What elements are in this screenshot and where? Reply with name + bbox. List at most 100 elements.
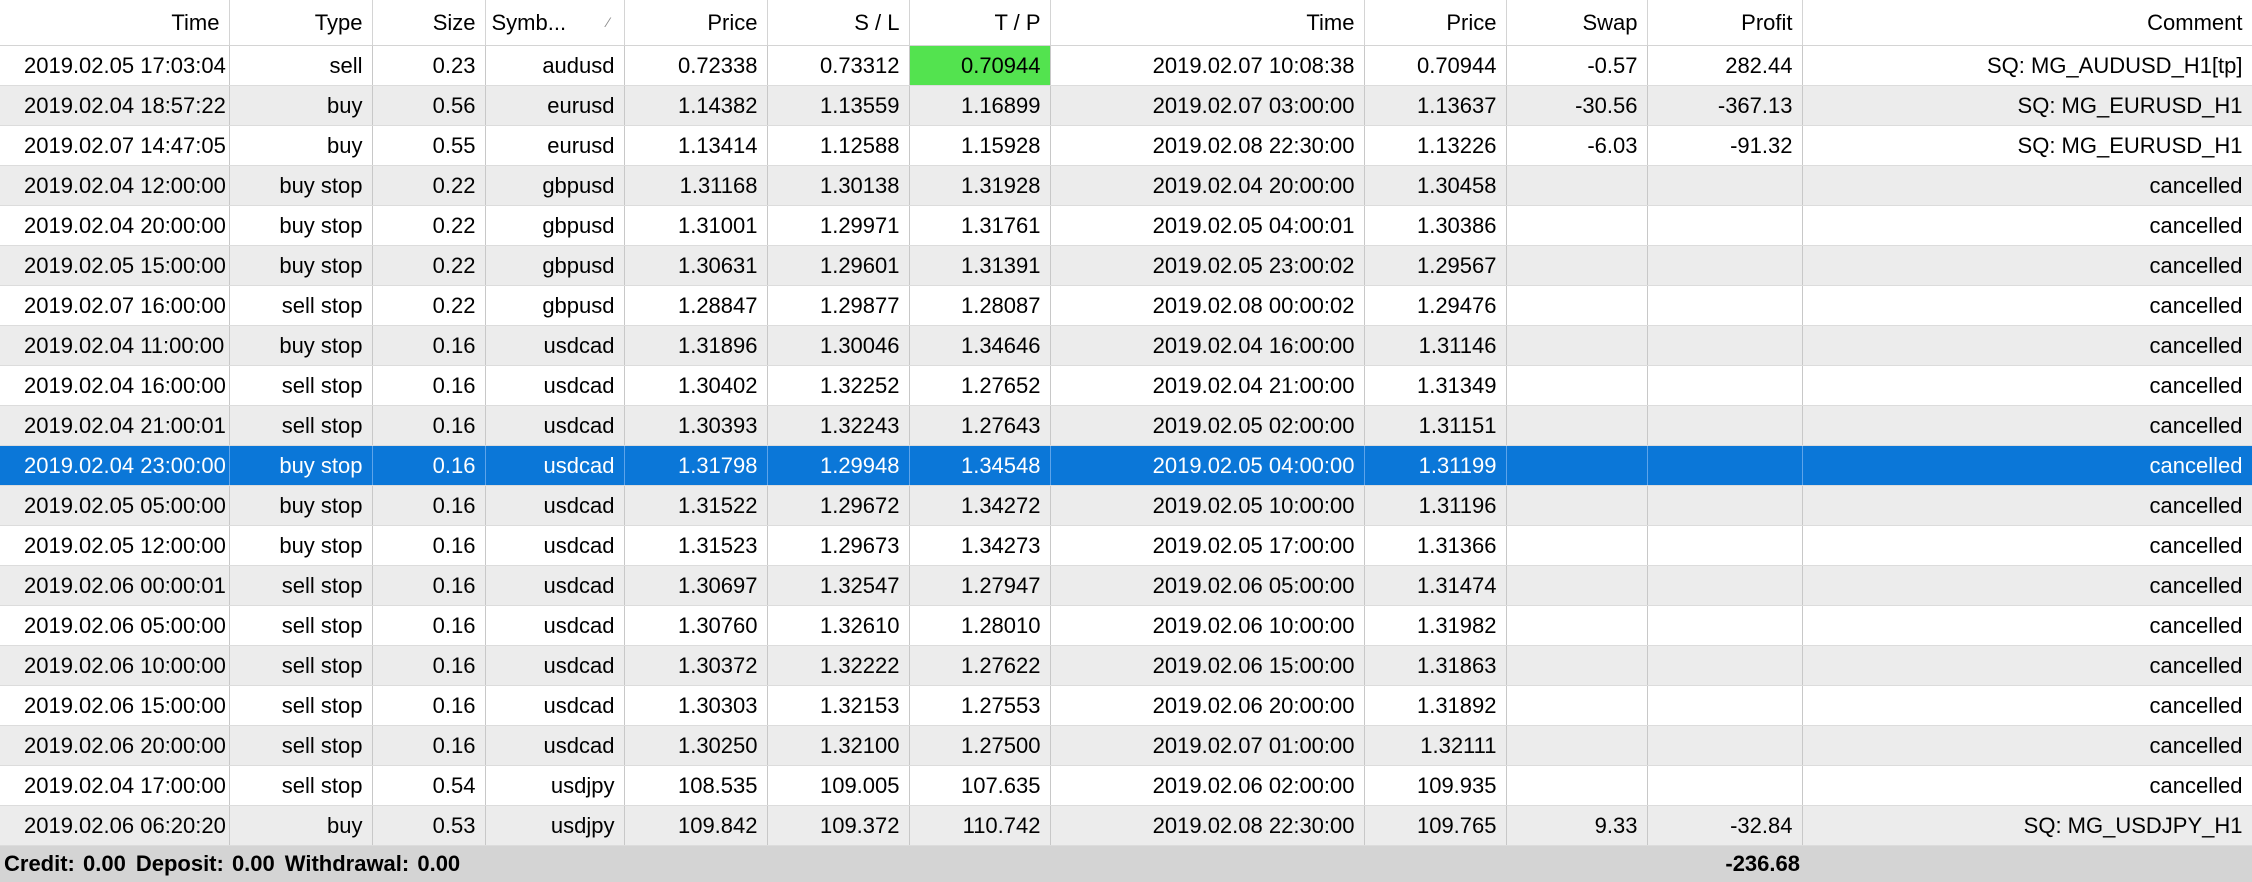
- table-row[interactable]: 2019.02.06 05:00:00 sell stop 0.16 usdcad 1.…: [0, 605, 2252, 646]
- cell-comment: cancelled: [1802, 405, 2252, 446]
- cell-close-time: 2019.02.05 04:00:00: [1050, 445, 1365, 486]
- column-header-profit[interactable]: Profit: [1647, 0, 1803, 46]
- column-header-size[interactable]: Size: [372, 0, 486, 46]
- column-header-type[interactable]: Type: [229, 0, 373, 46]
- table-row[interactable]: 2019.02.04 16:00:00 sell stop 0.16 usdcad 1.…: [0, 365, 2252, 406]
- cell-close-price: 1.31863: [1364, 645, 1507, 686]
- column-header-swap[interactable]: Swap: [1506, 0, 1648, 46]
- cell-swap: [1506, 165, 1648, 206]
- cell-close-price: 1.31349: [1364, 365, 1507, 406]
- cell-type: buy: [229, 805, 373, 846]
- cell-close-price: 1.31199: [1364, 445, 1507, 486]
- cell-take-profit: 1.31928: [909, 165, 1051, 206]
- cell-stop-loss: 1.12588: [767, 125, 910, 166]
- table-row[interactable]: 2019.02.06 00:00:01 sell stop 0.16 usdcad 1.…: [0, 565, 2252, 606]
- cell-stop-loss: 1.32100: [767, 725, 910, 766]
- history-table: Time Type Size Symb... ⁄ Price S / L T /…: [0, 0, 2252, 846]
- cell-open-price: 1.28847: [624, 285, 768, 326]
- table-row[interactable]: 2019.02.05 12:00:00 buy stop 0.16 usdcad 1.3…: [0, 525, 2252, 566]
- cell-swap: [1506, 245, 1648, 286]
- table-row[interactable]: 2019.02.06 10:00:00 sell stop 0.16 usdcad 1.…: [0, 645, 2252, 686]
- cell-take-profit: 1.27500: [909, 725, 1051, 766]
- cell-close-price: 1.32111: [1364, 725, 1507, 766]
- table-header: Time Type Size Symb... ⁄ Price S / L T /…: [0, 0, 2252, 46]
- cell-symbol: usdcad: [485, 525, 625, 566]
- cell-open-price: 1.30393: [624, 405, 768, 446]
- cell-swap: [1506, 525, 1648, 566]
- cell-close-price: 1.31151: [1364, 405, 1507, 446]
- cell-swap: [1506, 205, 1648, 246]
- cell-stop-loss: 1.32610: [767, 605, 910, 646]
- table-row[interactable]: 2019.02.04 21:00:01 sell stop 0.16 usdcad 1.…: [0, 405, 2252, 446]
- table-row[interactable]: 2019.02.07 14:47:05 buy 0.55 eurusd 1.13414 1…: [0, 125, 2252, 166]
- cell-symbol: eurusd: [485, 125, 625, 166]
- cell-take-profit: 1.31391: [909, 245, 1051, 286]
- column-header-price[interactable]: Price: [624, 0, 768, 46]
- cell-open-price: 1.31001: [624, 205, 768, 246]
- cell-open-time: 2019.02.04 12:00:00: [0, 165, 230, 206]
- table-row[interactable]: 2019.02.06 15:00:00 sell stop 0.16 usdcad 1.…: [0, 685, 2252, 726]
- table-row[interactable]: 2019.02.07 16:00:00 sell stop 0.22 gbpusd 1.…: [0, 285, 2252, 326]
- cell-profit: [1647, 565, 1803, 606]
- cell-size: 0.16: [372, 445, 486, 486]
- cell-close-time: 2019.02.04 21:00:00: [1050, 365, 1365, 406]
- cell-size: 0.23: [372, 45, 486, 86]
- table-row[interactable]: 2019.02.04 18:57:22 buy 0.56 eurusd 1.14382 1…: [0, 85, 2252, 126]
- cell-open-time: 2019.02.04 18:57:22: [0, 85, 230, 126]
- cell-stop-loss: 1.32252: [767, 365, 910, 406]
- cell-symbol: usdcad: [485, 605, 625, 646]
- cell-comment: cancelled: [1802, 445, 2252, 486]
- cell-close-time: 2019.02.06 05:00:00: [1050, 565, 1365, 606]
- cell-close-time: 2019.02.07 03:00:00: [1050, 85, 1365, 126]
- cell-comment: cancelled: [1802, 525, 2252, 566]
- cell-type: buy stop: [229, 325, 373, 366]
- table-row[interactable]: 2019.02.06 06:20:20 buy 0.53 usdjpy 109.842 1…: [0, 805, 2252, 846]
- cell-open-price: 1.31896: [624, 325, 768, 366]
- table-row[interactable]: 2019.02.04 12:00:00 buy stop 0.22 gbpusd 1.3…: [0, 165, 2252, 206]
- cell-size: 0.56: [372, 85, 486, 126]
- table-row[interactable]: 2019.02.04 23:00:00 buy stop 0.16 usdcad 1.3…: [0, 445, 2252, 486]
- table-row[interactable]: 2019.02.04 11:00:00 buy stop 0.16 usdcad 1.3…: [0, 325, 2252, 366]
- column-header-take-profit[interactable]: T / P: [909, 0, 1051, 46]
- cell-profit: [1647, 685, 1803, 726]
- cell-open-time: 2019.02.06 15:00:00: [0, 685, 230, 726]
- cell-take-profit: 1.34646: [909, 325, 1051, 366]
- cell-comment: cancelled: [1802, 325, 2252, 366]
- table-row[interactable]: 2019.02.06 20:00:00 sell stop 0.16 usdcad 1.…: [0, 725, 2252, 766]
- cell-open-price: 1.30631: [624, 245, 768, 286]
- cell-comment: cancelled: [1802, 485, 2252, 526]
- column-header-symbol[interactable]: Symb... ⁄: [485, 0, 625, 46]
- cell-swap: [1506, 485, 1648, 526]
- cell-open-price: 1.31168: [624, 165, 768, 206]
- cell-comment: SQ: MG_EURUSD_H1: [1802, 85, 2252, 126]
- cell-take-profit: 0.70944: [909, 45, 1051, 86]
- cell-take-profit: 107.635: [909, 765, 1051, 806]
- cell-close-time: 2019.02.05 04:00:01: [1050, 205, 1365, 246]
- cell-type: buy stop: [229, 205, 373, 246]
- table-row[interactable]: 2019.02.04 17:00:00 sell stop 0.54 usdjpy 10…: [0, 765, 2252, 806]
- table-row[interactable]: 2019.02.05 15:00:00 buy stop 0.22 gbpusd 1.3…: [0, 245, 2252, 286]
- column-header-time[interactable]: Time: [0, 0, 230, 46]
- column-header-close-price[interactable]: Price: [1364, 0, 1507, 46]
- sort-indicator-icon: ⁄: [607, 14, 610, 30]
- cell-symbol: gbpusd: [485, 165, 625, 206]
- cell-comment: cancelled: [1802, 725, 2252, 766]
- cell-type: sell stop: [229, 605, 373, 646]
- column-header-close-time[interactable]: Time: [1050, 0, 1365, 46]
- column-header-comment[interactable]: Comment: [1802, 0, 2252, 46]
- cell-size: 0.22: [372, 205, 486, 246]
- table-row[interactable]: 2019.02.05 17:03:04 sell 0.23 audusd 0.72338…: [0, 45, 2252, 86]
- table-row[interactable]: 2019.02.05 05:00:00 buy stop 0.16 usdcad 1.3…: [0, 485, 2252, 526]
- cell-close-time: 2019.02.07 10:08:38: [1050, 45, 1365, 86]
- cell-close-time: 2019.02.05 23:00:02: [1050, 245, 1365, 286]
- table-row[interactable]: 2019.02.04 20:00:00 buy stop 0.22 gbpusd 1.3…: [0, 205, 2252, 246]
- cell-profit: [1647, 245, 1803, 286]
- cell-comment: cancelled: [1802, 165, 2252, 206]
- cell-take-profit: 1.27553: [909, 685, 1051, 726]
- cell-size: 0.16: [372, 365, 486, 406]
- column-header-stop-loss[interactable]: S / L: [767, 0, 910, 46]
- cell-close-price: 1.31892: [1364, 685, 1507, 726]
- summary-footer: Credit: 0.00 Deposit: 0.00 Withdrawal: 0.0…: [0, 846, 2252, 882]
- cell-close-price: 1.29567: [1364, 245, 1507, 286]
- cell-swap: [1506, 405, 1648, 446]
